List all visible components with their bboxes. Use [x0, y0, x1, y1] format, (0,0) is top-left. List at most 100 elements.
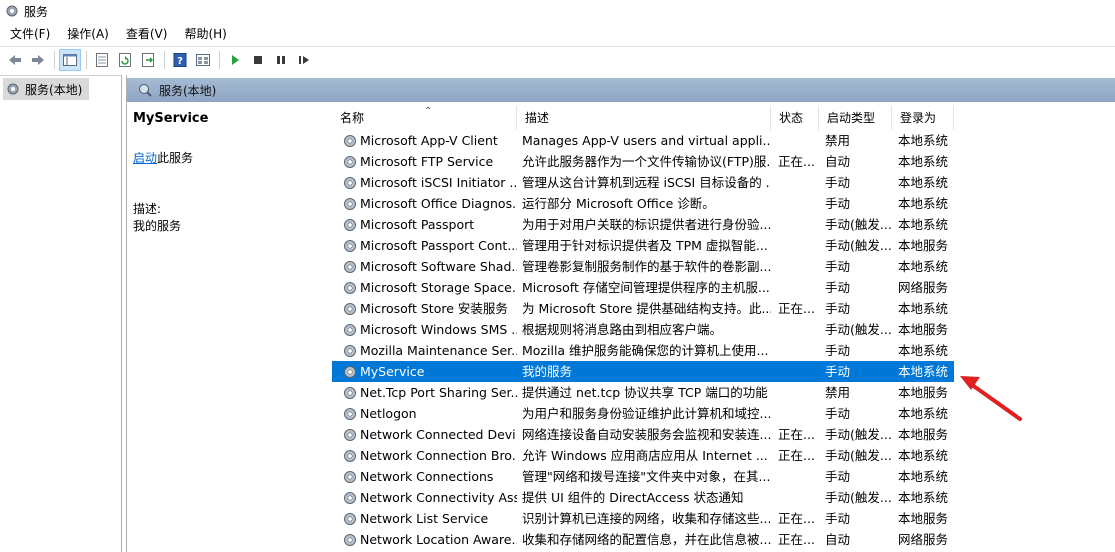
- service-name-cell[interactable]: MyService: [332, 361, 517, 382]
- selected-service-name: MyService: [133, 111, 209, 126]
- service-logon-as: 本地系统: [892, 361, 954, 382]
- service-startup-type: 手动: [825, 511, 851, 526]
- service-name-cell[interactable]: Microsoft Software Shad...: [332, 256, 517, 277]
- column-header-startup-type[interactable]: 启动类型: [819, 106, 892, 130]
- service-name: Network Connections: [360, 469, 494, 484]
- service-name-cell[interactable]: Network Location Aware...: [332, 529, 517, 550]
- pause-icon[interactable]: [270, 49, 292, 71]
- resume-icon[interactable]: [293, 49, 315, 71]
- menu-help[interactable]: 帮助(H): [174, 24, 233, 44]
- stop-icon[interactable]: [247, 49, 269, 71]
- title-bar: 服务: [0, 0, 1115, 22]
- service-name-cell[interactable]: Mozilla Maintenance Ser...: [332, 340, 517, 361]
- service-gear-icon: [342, 196, 358, 212]
- column-header-logon-as[interactable]: 登录为: [892, 106, 954, 130]
- export-icon[interactable]: [137, 49, 159, 71]
- refresh-icon[interactable]: [114, 49, 136, 71]
- service-name: MyService: [360, 364, 425, 379]
- pane-header: 服务(本地): [127, 78, 1115, 102]
- start-service-link[interactable]: 启动: [133, 151, 157, 165]
- service-status: 正在...: [778, 532, 815, 547]
- service-name-cell[interactable]: Network Connection Bro...: [332, 445, 517, 466]
- table-row[interactable]: Network List Service 识别计算机已连接的网络，收集和存储这些.…: [332, 508, 1115, 529]
- toolbar-separator: [164, 50, 165, 69]
- service-name-cell[interactable]: Microsoft iSCSI Initiator ...: [332, 172, 517, 193]
- service-gear-icon: [342, 280, 358, 296]
- service-logon-as: 本地服务: [898, 322, 949, 337]
- table-row[interactable]: Microsoft Office Diagnos... 运行部分 Microsof…: [332, 193, 1115, 214]
- service-description: Manages App-V users and virtual appli...: [522, 133, 771, 148]
- service-name-cell[interactable]: Microsoft Storage Space...: [332, 277, 517, 298]
- service-logon-as: 本地系统: [898, 259, 949, 274]
- table-row[interactable]: Network Location Aware... 收集和存储网络的配置信息，并在…: [332, 529, 1115, 550]
- tree-item-services-local[interactable]: 服务(本地): [3, 78, 89, 100]
- service-name-cell[interactable]: Net.Tcp Port Sharing Ser...: [332, 382, 517, 403]
- sort-ascending-icon: ⌃: [424, 106, 433, 117]
- service-logon-as: 本地系统: [898, 301, 949, 316]
- properties-icon[interactable]: [91, 49, 113, 71]
- service-name-cell[interactable]: Microsoft App-V Client: [332, 130, 517, 151]
- console-tree-icon[interactable]: [59, 48, 81, 71]
- column-header-description[interactable]: 描述: [517, 106, 771, 130]
- table-row[interactable]: Microsoft FTP Service 允许此服务器作为一个文件传输协议(FT…: [332, 151, 1115, 172]
- service-gear-icon: [342, 448, 358, 464]
- table-row[interactable]: Microsoft Windows SMS ... 根据规则将消息路由到相应客户端…: [332, 319, 1115, 340]
- description-text: 我的服务: [133, 219, 182, 233]
- extended-panel: MyService 启动此服务 描述: 我的服务: [127, 102, 332, 552]
- table-row[interactable]: Network Connectivity Ass... 提供 UI 组件的 Dir…: [332, 487, 1115, 508]
- service-description: Mozilla 维护服务能确保您的计算机上使用...: [522, 343, 769, 358]
- menu-view[interactable]: 查看(V): [116, 24, 175, 44]
- table-row[interactable]: Microsoft iSCSI Initiator ... 管理从这台计算机到远程…: [332, 172, 1115, 193]
- service-name-cell[interactable]: Microsoft Store 安装服务: [332, 298, 517, 319]
- table-row[interactable]: Microsoft Passport Cont... 管理用于针对标识提供者及 T…: [332, 235, 1115, 256]
- service-name-cell[interactable]: Microsoft Passport: [332, 214, 517, 235]
- service-logon-as: 本地服务: [898, 511, 949, 526]
- service-status: [771, 172, 819, 193]
- services-gear-icon: [7, 83, 19, 95]
- service-logon-as: 本地系统: [898, 448, 949, 463]
- service-name: Network Connectivity Ass...: [360, 490, 517, 505]
- service-name-cell[interactable]: Microsoft Windows SMS ...: [332, 319, 517, 340]
- service-name-cell[interactable]: Network Connectivity Ass...: [332, 487, 517, 508]
- service-name-cell[interactable]: Microsoft FTP Service: [332, 151, 517, 172]
- forward-icon[interactable]: [27, 49, 49, 71]
- service-startup-type: 手动: [825, 175, 851, 190]
- service-name: Microsoft Passport: [360, 217, 475, 232]
- toolbar-separator: [219, 50, 220, 69]
- service-startup-type: 手动: [825, 343, 851, 358]
- console-tree: 服务(本地): [0, 75, 122, 552]
- service-status: [771, 214, 819, 235]
- table-row[interactable]: Network Connections 管理"网络和拨号连接"文件夹中对象，在其.…: [332, 466, 1115, 487]
- service-description: 管理卷影复制服务制作的基于软件的卷影副...: [522, 259, 771, 274]
- table-row[interactable]: Microsoft Software Shad... 管理卷影复制服务制作的基于软…: [332, 256, 1115, 277]
- service-gear-icon: [342, 406, 358, 422]
- service-name-cell[interactable]: Netlogon: [332, 403, 517, 424]
- window-title: 服务: [24, 4, 49, 19]
- start-service-suffix: 此服务: [157, 151, 194, 165]
- table-row[interactable]: Microsoft Storage Space... Microsoft 存储空间…: [332, 277, 1115, 298]
- service-logon-as: 本地系统: [898, 154, 949, 169]
- service-name: Network Location Aware...: [360, 532, 517, 547]
- service-name-cell[interactable]: Microsoft Passport Cont...: [332, 235, 517, 256]
- view-icon[interactable]: [192, 49, 214, 71]
- service-name-cell[interactable]: Network Connected Devi...: [332, 424, 517, 445]
- service-gear-icon: [342, 175, 358, 191]
- service-name-cell[interactable]: Network Connections: [332, 466, 517, 487]
- back-icon[interactable]: [4, 49, 26, 71]
- help-icon[interactable]: ?: [169, 49, 191, 71]
- service-name-cell[interactable]: Microsoft Office Diagnos...: [332, 193, 517, 214]
- table-row[interactable]: Mozilla Maintenance Ser... Mozilla 维护服务能确…: [332, 340, 1115, 361]
- table-row[interactable]: Microsoft Store 安装服务为 Microsoft Store 提供…: [332, 298, 1115, 319]
- table-row[interactable]: Microsoft App-V Client Manages App-V user…: [332, 130, 1115, 151]
- service-logon-as: 本地服务: [898, 238, 949, 253]
- table-row[interactable]: Network Connection Bro... 允许 Windows 应用商店…: [332, 445, 1115, 466]
- column-header-name[interactable]: ⌃ 名称: [332, 106, 517, 130]
- svg-text:?: ?: [177, 56, 183, 67]
- service-name-cell[interactable]: Network List Service: [332, 508, 517, 529]
- menu-file[interactable]: 文件(F): [0, 24, 57, 44]
- menu-action[interactable]: 操作(A): [57, 24, 116, 44]
- play-icon[interactable]: [224, 49, 246, 71]
- service-startup-type: 手动: [825, 196, 851, 211]
- table-row[interactable]: Microsoft Passport 为用于对用户关联的标识提供者进行身份验...…: [332, 214, 1115, 235]
- column-header-status[interactable]: 状态: [771, 106, 819, 130]
